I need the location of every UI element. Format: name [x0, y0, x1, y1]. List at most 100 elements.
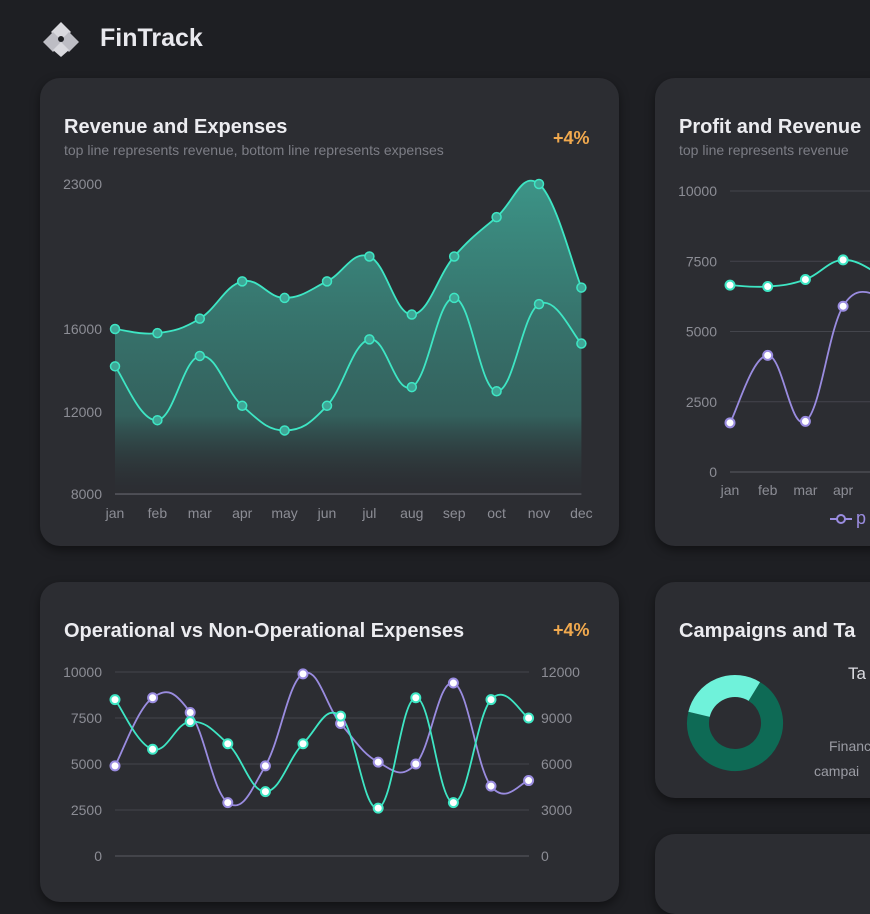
non-operational-point — [222, 797, 234, 809]
expenses-point — [279, 425, 290, 436]
y-tick-label-right: 0 — [541, 848, 549, 864]
non-operational-point — [147, 692, 159, 704]
revenue-area — [115, 180, 582, 495]
revenue-point — [321, 276, 333, 287]
campaigns-donut-chart — [687, 675, 783, 771]
non-operational-point — [410, 758, 422, 770]
revenue-point — [491, 211, 502, 223]
x-tick-label: feb — [758, 482, 778, 498]
y-tick-label-right: 3000 — [541, 802, 572, 818]
y-tick-label-right: 6000 — [541, 756, 572, 772]
revenue-point — [236, 276, 248, 287]
revenue-line — [729, 258, 870, 288]
revenue-point — [837, 254, 849, 266]
additional-card — [655, 834, 870, 914]
non-operational-point — [109, 760, 121, 772]
y-tick-label: 16000 — [63, 321, 102, 337]
non-operational-point — [184, 706, 196, 718]
expenses-point — [109, 361, 121, 372]
x-tick-label: mar — [188, 505, 212, 521]
operational-point — [410, 692, 422, 704]
app-name: FinTrack — [100, 24, 203, 52]
x-tick-label: aug — [400, 505, 423, 521]
profit-revenue-chart: 10000 7500 5000 2500 0jan feb mar apr — [678, 183, 870, 498]
y-tick-label: 0 — [709, 464, 717, 480]
y-tick-label-left: 10000 — [63, 664, 102, 680]
revenue-point — [406, 309, 418, 320]
chart-legend: p — [830, 508, 866, 529]
y-tick-label: 23000 — [63, 176, 102, 192]
profit-revenue-card: Profit and Revenue top line represents r… — [655, 78, 870, 546]
operational-expenses-chart: 10000 12000 7500 9000 5000 6000 2500 3000 0 0 — [63, 664, 580, 864]
x-tick-label: jun — [317, 505, 337, 521]
legend-label: p — [856, 508, 867, 528]
y-tick-label: 5000 — [686, 324, 717, 340]
x-tick-label: feb — [148, 505, 168, 521]
operational-point — [147, 743, 159, 755]
x-tick-label: jan — [720, 482, 740, 498]
revenue-point — [109, 323, 121, 335]
revenue-expenses-chart: 8000 12000 16000 23000 jan feb mar apr may jun jul… — [63, 176, 593, 521]
revenue-point — [152, 327, 163, 339]
campaigns-card: Campaigns and Ta Ta Financ campai — [655, 582, 870, 798]
x-tick-label: nov — [528, 505, 551, 521]
expenses-point — [491, 386, 502, 397]
revenue-point — [448, 251, 460, 262]
x-tick-label: jan — [105, 505, 125, 521]
non-operational-point — [447, 677, 459, 689]
operational-expenses-card: Operational vs Non-Operational Expenses … — [40, 582, 619, 902]
y-tick-label: 12000 — [63, 404, 102, 420]
profit-line — [729, 291, 870, 424]
expenses-point — [448, 292, 460, 304]
revenue-expenses-card: Revenue and Expenses top line represents… — [40, 78, 619, 546]
fintrack-logo-icon — [43, 22, 79, 57]
profit-point — [799, 415, 811, 427]
profit-point — [837, 300, 849, 312]
y-tick-label: 2500 — [686, 394, 717, 410]
x-tick-label: mar — [793, 482, 817, 498]
donut-slice — [688, 675, 761, 718]
revenue-point — [364, 251, 375, 262]
y-tick-label-left: 5000 — [71, 756, 102, 772]
expenses-point — [194, 350, 206, 362]
revenue-point — [279, 292, 290, 304]
operational-point — [447, 797, 459, 809]
operational-point — [222, 738, 234, 750]
donut-label-top: Ta — [848, 664, 866, 683]
x-tick-label: apr — [232, 505, 253, 521]
revenue-point — [799, 274, 811, 286]
expenses-point — [364, 334, 375, 345]
card-title: Campaigns and Ta — [679, 620, 856, 642]
y-tick-label-right: 9000 — [541, 710, 572, 726]
non-operational-line — [114, 671, 529, 807]
operational-point — [372, 802, 384, 814]
x-tick-label: may — [271, 505, 297, 521]
operational-point — [485, 694, 497, 706]
operational-point — [523, 712, 535, 724]
revenue-point — [194, 313, 206, 324]
profit-point — [724, 417, 736, 429]
non-operational-point — [259, 760, 271, 772]
operational-point — [297, 738, 309, 750]
y-tick-label-left: 7500 — [71, 710, 102, 726]
expenses-point — [576, 338, 587, 349]
revenue-point — [724, 279, 736, 291]
operational-point — [109, 694, 121, 706]
x-tick-label: oct — [487, 505, 506, 521]
non-operational-point — [523, 775, 535, 787]
revenue-point — [576, 282, 587, 293]
operational-point — [335, 710, 347, 722]
expenses-point — [152, 414, 163, 426]
x-tick-label: sep — [443, 505, 466, 521]
profit-point — [762, 349, 774, 361]
x-tick-label: dec — [570, 505, 593, 521]
y-tick-label: 8000 — [71, 486, 102, 502]
non-operational-point — [485, 780, 497, 792]
top-bar: FinTrack — [0, 0, 870, 78]
y-tick-label: 10000 — [678, 183, 717, 199]
y-tick-label-right: 12000 — [541, 664, 580, 680]
operational-point — [259, 786, 271, 798]
revenue-point — [533, 178, 545, 190]
expenses-point — [533, 298, 545, 310]
y-tick-label-left: 2500 — [71, 802, 102, 818]
